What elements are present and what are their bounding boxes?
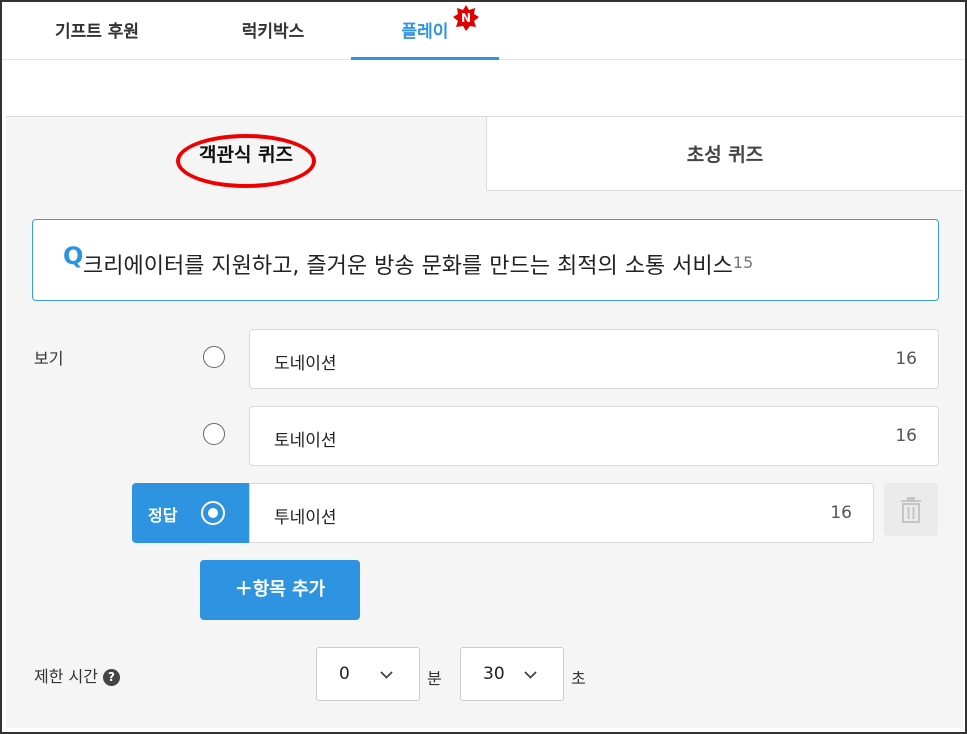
answer-label: 정답 <box>148 506 178 525</box>
seconds-value: 30 <box>483 664 505 684</box>
tab-lucky-box[interactable]: 럭키박스 <box>198 2 348 60</box>
time-limit-label: 제한 시간? <box>34 663 120 687</box>
options-label: 보기 <box>34 349 64 368</box>
tab-initial-consonant-quiz[interactable]: 초성 퀴즈 <box>486 117 963 191</box>
minutes-value: 0 <box>339 664 350 684</box>
quiz-type-tabs: 객관식 퀴즈 초성 퀴즈 <box>6 117 963 191</box>
option-2-text: 토네이션 <box>274 431 337 451</box>
option-2-count: 16 <box>895 426 917 446</box>
tab-gift-donation[interactable]: 기프트 후원 <box>22 2 172 60</box>
option-3-text: 투네이션 <box>274 508 337 528</box>
option-3-input[interactable]: 투네이션 16 <box>249 483 874 543</box>
tab-multiple-choice-quiz[interactable]: 객관식 퀴즈 <box>6 117 486 191</box>
minutes-select[interactable]: 0 <box>316 647 420 701</box>
option-3-radio[interactable] <box>201 501 225 525</box>
new-badge-label: N <box>461 11 471 25</box>
option-2-input[interactable]: 토네이션 16 <box>249 406 939 466</box>
trash-icon <box>901 497 921 523</box>
question-text: 크리에이터를 지원하고, 즐거운 방송 문화를 만드는 최적의 소통 서비스15 <box>83 253 754 279</box>
answer-tag: 정답 <box>132 483 250 543</box>
play-quiz-window: 기프트 후원 럭키박스 플레이 N 객관식 퀴즈 초성 퀴즈 Q 크리에이터를 … <box>0 0 967 734</box>
seconds-select[interactable]: 30 <box>460 647 564 701</box>
delete-option-button[interactable] <box>884 483 938 536</box>
question-field[interactable]: Q 크리에이터를 지원하고, 즐거운 방송 문화를 만드는 최적의 소통 서비스… <box>32 219 939 301</box>
question-char-count: 15 <box>732 253 754 272</box>
help-icon[interactable]: ? <box>102 669 120 686</box>
option-3-count: 16 <box>830 503 852 523</box>
top-tab-bar: 기프트 후원 럭키박스 플레이 N <box>2 2 965 60</box>
new-badge-icon: N <box>452 4 480 32</box>
option-1-input[interactable]: 도네이션 16 <box>249 329 939 389</box>
minutes-unit: 분 <box>427 669 442 688</box>
option-2-radio[interactable] <box>203 423 225 445</box>
option-1-radio[interactable] <box>203 346 225 368</box>
seconds-unit: 초 <box>571 669 586 688</box>
option-1-count: 16 <box>895 349 917 369</box>
quiz-panel: 객관식 퀴즈 초성 퀴즈 Q 크리에이터를 지원하고, 즐거운 방송 문화를 만… <box>6 116 963 728</box>
option-1-text: 도네이션 <box>274 354 337 374</box>
chevron-down-icon <box>524 671 537 679</box>
add-option-button[interactable]: ＋항목 추가 <box>200 560 360 620</box>
question-mark-label: Q <box>63 242 84 270</box>
chevron-down-icon <box>380 671 393 679</box>
